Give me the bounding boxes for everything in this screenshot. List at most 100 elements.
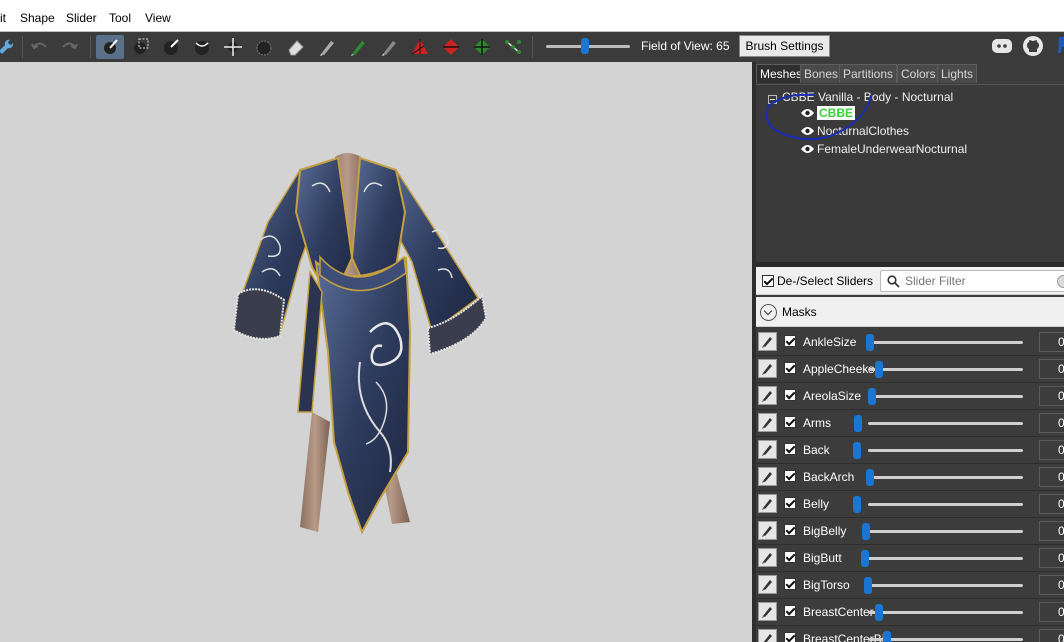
slider-value[interactable]: 0	[1039, 629, 1064, 642]
select-brush-icon[interactable]	[96, 35, 124, 59]
slider-checkbox[interactable]	[784, 470, 796, 482]
slider-value[interactable]: 0	[1039, 440, 1064, 460]
tab-partitions[interactable]: Partitions	[839, 64, 898, 83]
menu-shape[interactable]: Shape	[20, 11, 55, 25]
slider-value[interactable]: 0	[1039, 467, 1064, 487]
slider-value[interactable]: 0	[1039, 602, 1064, 622]
weight-brush-icon[interactable]	[315, 35, 339, 59]
slider-value[interactable]: 0	[1039, 332, 1064, 352]
slider-checkbox[interactable]	[784, 362, 796, 374]
masks-row[interactable]: Masks	[756, 297, 1064, 327]
slider-thumb[interactable]	[866, 334, 874, 351]
slider-track[interactable]	[868, 638, 1023, 641]
tab-bones[interactable]: Bones	[800, 64, 843, 83]
edit-slider-button[interactable]	[758, 548, 777, 567]
slider-checkbox[interactable]	[784, 335, 796, 347]
edit-slider-button[interactable]	[758, 521, 777, 540]
tab-meshes[interactable]: Meshes	[756, 64, 807, 83]
edit-slider-button[interactable]	[758, 575, 777, 594]
slider-checkbox[interactable]	[784, 578, 796, 590]
slider-track[interactable]	[868, 395, 1023, 398]
slider-track[interactable]	[868, 476, 1023, 479]
menu-tool[interactable]: Tool	[109, 11, 131, 25]
clear-filter-icon[interactable]	[1057, 275, 1064, 288]
slider-checkbox[interactable]	[784, 524, 796, 536]
slider-track[interactable]	[868, 368, 1023, 371]
slider-value[interactable]: 0	[1039, 521, 1064, 541]
slider-value[interactable]: 0	[1039, 494, 1064, 514]
slider-checkbox[interactable]	[784, 551, 796, 563]
edit-slider-button[interactable]	[758, 602, 777, 621]
deselect-sliders-checkbox[interactable]	[762, 275, 774, 287]
slider-filter-input[interactable]	[905, 273, 1055, 289]
slider-thumb[interactable]	[853, 442, 861, 459]
alpha-brush-icon[interactable]	[377, 35, 401, 59]
slider-thumb[interactable]	[861, 550, 869, 567]
slider-value[interactable]: 0	[1039, 359, 1064, 379]
slider-track[interactable]	[868, 611, 1023, 614]
slider-thumb[interactable]	[854, 415, 862, 432]
slider-thumb[interactable]	[868, 388, 876, 405]
brush-settings-button[interactable]: Brush Settings	[739, 35, 830, 57]
edit-slider-button[interactable]	[758, 494, 777, 513]
mask-select-icon[interactable]	[128, 35, 152, 59]
slider-value[interactable]: 0	[1039, 548, 1064, 568]
slider-track[interactable]	[868, 341, 1023, 344]
inflate-brush-icon[interactable]	[159, 35, 183, 59]
slider-checkbox[interactable]	[784, 443, 796, 455]
undo-icon[interactable]	[27, 35, 51, 59]
slider-checkbox[interactable]	[784, 389, 796, 401]
slider-thumb[interactable]	[875, 604, 883, 621]
redo-icon[interactable]	[58, 35, 82, 59]
edit-slider-button[interactable]	[758, 332, 777, 351]
slider-track[interactable]	[868, 503, 1023, 506]
slider-checkbox[interactable]	[784, 416, 796, 428]
3d-viewport[interactable]	[0, 62, 752, 642]
move-brush-icon[interactable]	[221, 35, 245, 59]
wrench-icon[interactable]	[0, 35, 18, 59]
slider-value[interactable]: 0	[1039, 575, 1064, 595]
fov-slider-thumb[interactable]	[581, 38, 589, 54]
chevron-down-icon[interactable]	[760, 304, 777, 321]
slider-checkbox[interactable]	[784, 497, 796, 509]
slider-track[interactable]	[868, 530, 1023, 533]
edit-slider-button[interactable]	[758, 467, 777, 486]
tab-lights[interactable]: Lights	[937, 64, 978, 83]
edit-slider-button[interactable]	[758, 413, 777, 432]
slider-thumb[interactable]	[853, 496, 861, 513]
edit-slider-button[interactable]	[758, 386, 777, 405]
slider-value[interactable]: 0	[1039, 386, 1064, 406]
menu-edit[interactable]: it	[0, 11, 6, 25]
slider-thumb[interactable]	[875, 361, 883, 378]
color-brush-icon[interactable]	[346, 35, 370, 59]
slider-thumb[interactable]	[862, 523, 870, 540]
transform-icon[interactable]	[501, 35, 525, 59]
outfit-model	[232, 153, 488, 535]
slider-track[interactable]	[868, 449, 1023, 452]
flip-edge-icon[interactable]	[439, 35, 463, 59]
slider-checkbox[interactable]	[784, 605, 796, 617]
slider-track[interactable]	[868, 557, 1023, 560]
slider-checkbox[interactable]	[784, 632, 796, 642]
menu-view[interactable]: View	[145, 11, 171, 25]
menu-slider[interactable]: Slider	[66, 11, 97, 25]
edit-slider-button[interactable]	[758, 359, 777, 378]
slider-value[interactable]: 0	[1039, 413, 1064, 433]
slider-track[interactable]	[868, 422, 1023, 425]
edit-slider-button[interactable]	[758, 629, 777, 642]
slider-thumb[interactable]	[864, 577, 872, 594]
slider-thumb[interactable]	[883, 631, 891, 642]
github-icon[interactable]	[1021, 35, 1045, 57]
slider-thumb[interactable]	[866, 469, 874, 486]
smooth-brush-icon[interactable]	[252, 35, 276, 59]
paypal-icon[interactable]	[1052, 35, 1064, 57]
split-edge-icon[interactable]	[470, 35, 494, 59]
slider-track[interactable]	[868, 584, 1023, 587]
edit-slider-button[interactable]	[758, 440, 777, 459]
slider-filter[interactable]	[880, 270, 1064, 292]
collapse-vertex-icon[interactable]	[408, 35, 432, 59]
erase-brush-icon[interactable]	[284, 35, 308, 59]
tab-colors[interactable]: Colors	[897, 64, 940, 83]
discord-icon[interactable]	[990, 35, 1014, 57]
deflate-brush-icon[interactable]	[190, 35, 214, 59]
